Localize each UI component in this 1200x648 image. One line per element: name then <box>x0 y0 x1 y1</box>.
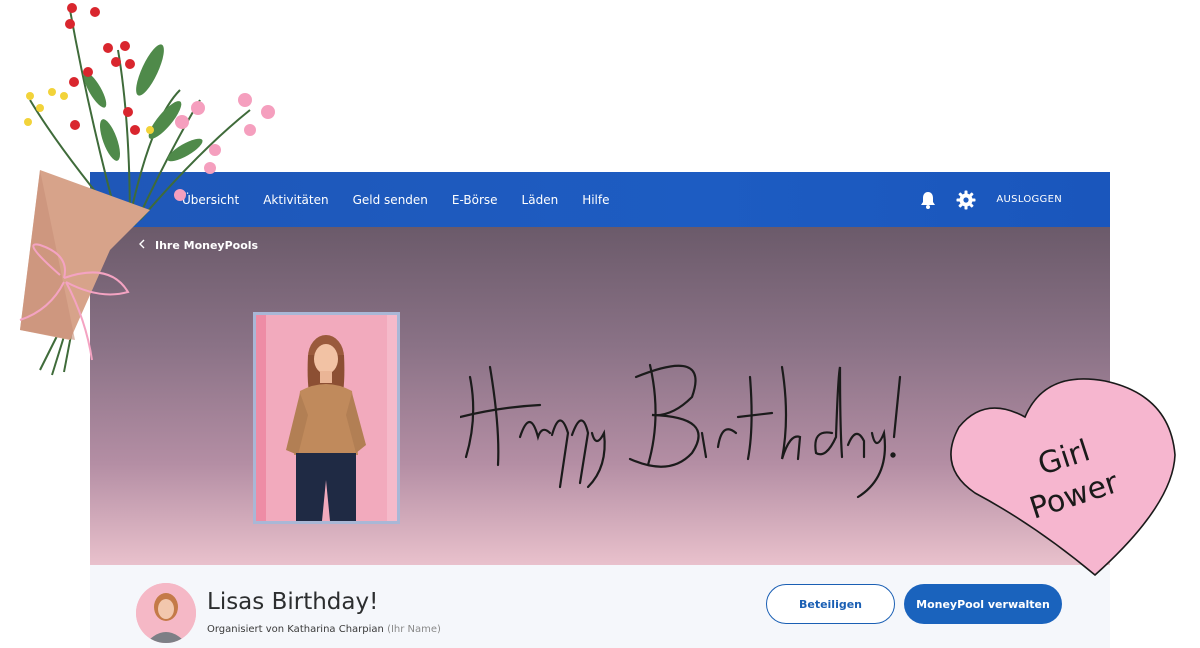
gear-icon[interactable] <box>956 190 976 210</box>
nav-item-send-money[interactable]: Geld senden <box>353 193 428 207</box>
organizer-note: (Ihr Name) <box>387 624 441 635</box>
nav-item-help[interactable]: Hilfe <box>582 193 609 207</box>
page-title: Lisas Birthday! <box>207 589 379 615</box>
logout-link[interactable]: AUSLOGGEN <box>996 194 1062 205</box>
flower-bouquet-decoration <box>19 3 275 376</box>
organizer-name: Organisiert von Katharina Charpian <box>207 624 384 635</box>
bell-icon[interactable] <box>918 190 938 210</box>
manage-pool-button[interactable]: MoneyPool verwalten <box>904 584 1062 624</box>
organizer-text: Organisiert von Katharina Charpian (Ihr … <box>207 624 441 635</box>
avatar <box>136 583 196 643</box>
nav-item-shops[interactable]: Läden <box>522 193 559 207</box>
nav-actions: AUSLOGGEN <box>918 172 1062 227</box>
nav-item-wallet[interactable]: E-Börse <box>452 193 498 207</box>
happy-birthday-script <box>460 363 902 499</box>
join-button[interactable]: Beteiligen <box>766 584 895 624</box>
girl-power-heart-sticker: Girl Power <box>950 378 1176 577</box>
